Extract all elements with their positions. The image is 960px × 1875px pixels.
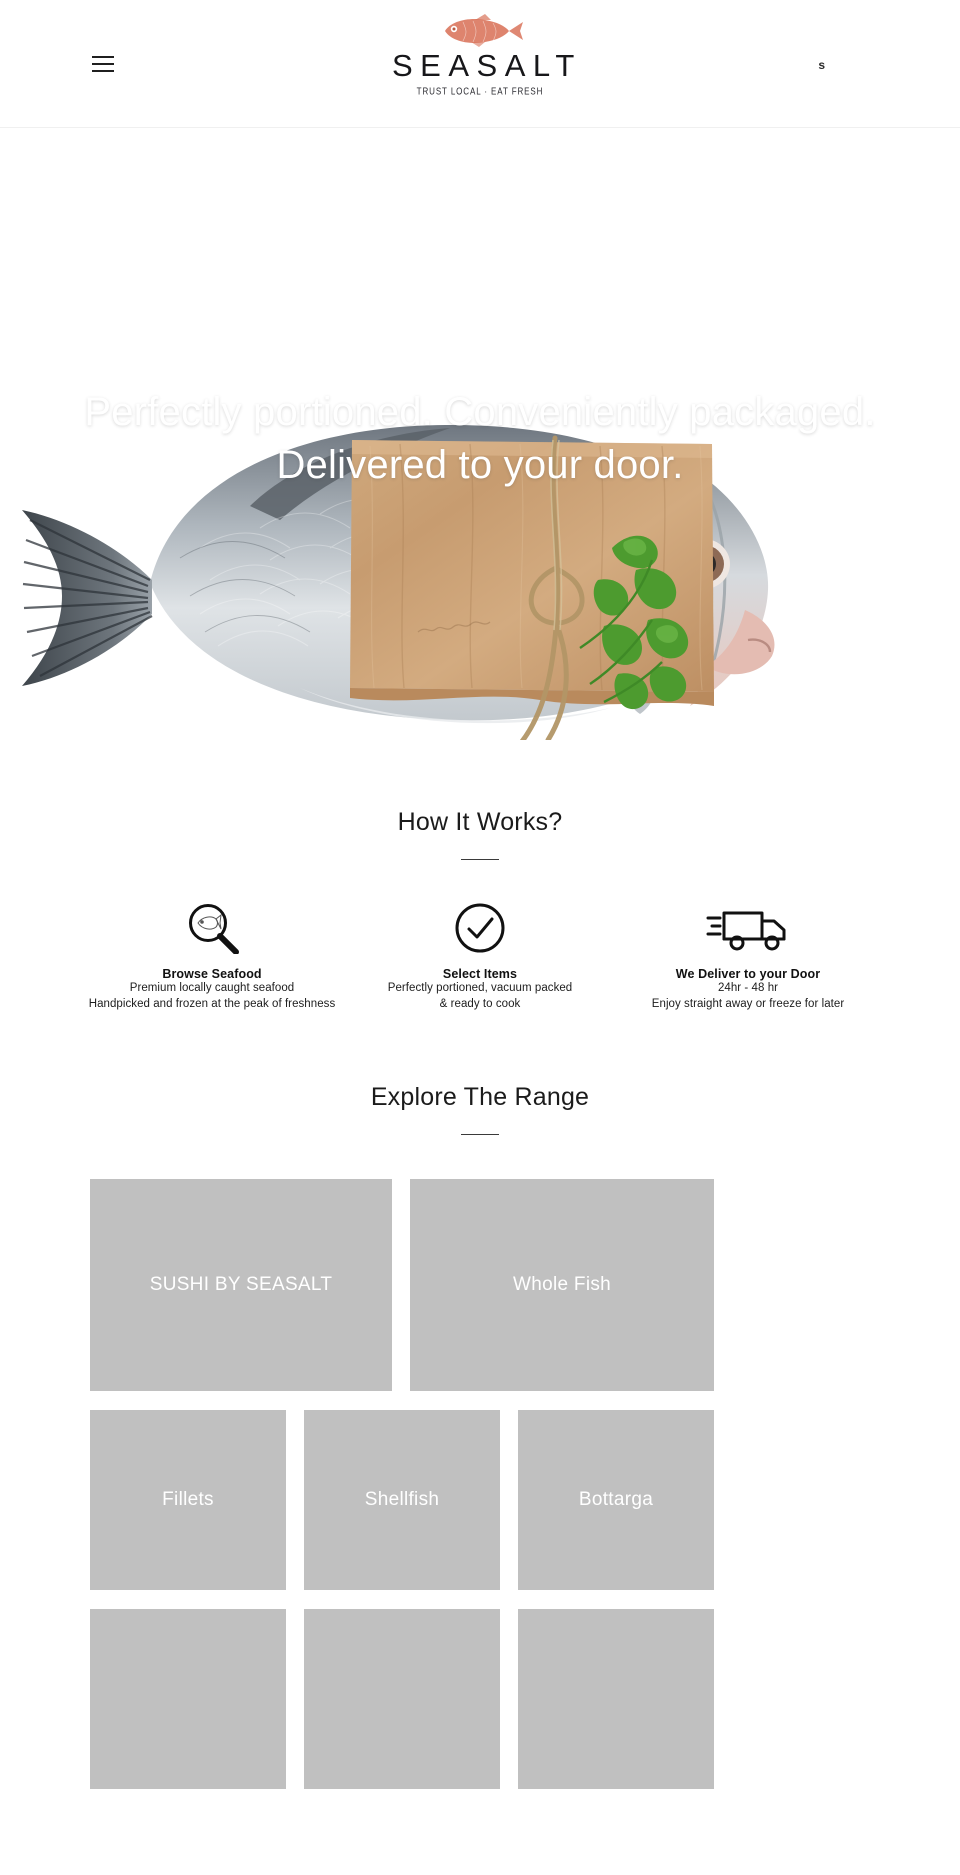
category-tile-fillets[interactable]: Fillets	[90, 1409, 286, 1590]
fish-illustration-icon	[445, 14, 523, 47]
logo-wordmark: SEASALT	[392, 48, 582, 83]
category-tile-label: Shellfish	[364, 1488, 440, 1510]
category-tile-label: Bottarga	[578, 1488, 654, 1510]
category-row: SUSHI BY SEASALT Whole Fish	[90, 1178, 870, 1391]
header-right-action[interactable]: s	[818, 58, 825, 72]
logo-tagline: TRUST LOCAL · EAT FRESH	[416, 85, 544, 97]
category-row	[90, 1608, 870, 1789]
check-circle-icon	[350, 902, 610, 954]
hamburger-bar-1	[92, 56, 114, 58]
hero-headline: Perfectly portioned. Conveniently packag…	[84, 390, 876, 487]
hamburger-bar-3	[92, 70, 114, 72]
hamburger-bar-2	[92, 63, 114, 65]
how-step-select-items: Select Items Perfectly portioned, vacuum…	[346, 902, 614, 1013]
how-step-line2: Enjoy straight away or freeze for later	[651, 997, 845, 1010]
how-step-we-deliver: We Deliver to your Door 24hr - 48 hr Enj…	[614, 902, 882, 1013]
category-tile-row3-1[interactable]	[90, 1608, 286, 1789]
how-step-name: Browse Seafood	[162, 967, 262, 981]
category-tile-shellfish[interactable]: Shellfish	[304, 1409, 500, 1590]
how-step-name: Select Items	[442, 967, 518, 981]
category-tile-label: Whole Fish	[512, 1273, 612, 1295]
category-tile-row3-2[interactable]	[304, 1608, 500, 1789]
hero-section: Perfectly portioned. Conveniently packag…	[0, 128, 960, 740]
how-it-works-section: How It Works? Browse Seafood Premium loc…	[0, 740, 960, 1013]
how-it-works-columns: Browse Seafood Premium locally caught se…	[0, 902, 960, 1013]
title-divider	[461, 1133, 499, 1135]
category-row: Fillets Shellfish Bottarga	[90, 1409, 870, 1590]
category-tile-whole-fish[interactable]: Whole Fish	[410, 1178, 714, 1391]
hamburger-menu-icon[interactable]	[92, 56, 114, 72]
explore-range-title: Explore The Range	[370, 1082, 590, 1111]
how-step-name: We Deliver to your Door	[675, 967, 821, 981]
magnifier-fish-icon	[82, 902, 342, 954]
how-step-line2: & ready to cook	[439, 997, 521, 1010]
category-grid: SUSHI BY SEASALT Whole Fish Fillets Shel…	[0, 1178, 960, 1789]
delivery-truck-icon	[618, 902, 878, 954]
how-it-works-title: How It Works?	[397, 808, 563, 836]
site-header: SEASALT TRUST LOCAL · EAT FRESH s	[0, 0, 960, 128]
category-tile-bottarga[interactable]: Bottarga	[518, 1409, 714, 1590]
category-tile-label: Fillets	[162, 1488, 214, 1510]
how-step-browse-seafood: Browse Seafood Premium locally caught se…	[78, 902, 346, 1013]
how-step-line1: 24hr - 48 hr	[717, 982, 779, 994]
how-step-line2: Handpicked and frozen at the peak of fre…	[88, 997, 336, 1010]
explore-range-section: Explore The Range SUSHI BY SEASALT Whole…	[0, 1013, 960, 1789]
title-divider	[461, 859, 499, 860]
how-step-line1: Premium locally caught seafood	[129, 982, 295, 994]
category-tile-sushi-by-seasalt[interactable]: SUSHI BY SEASALT	[90, 1178, 392, 1391]
category-tile-label: SUSHI BY SEASALT	[149, 1273, 333, 1295]
site-logo[interactable]: SEASALT TRUST LOCAL · EAT FRESH	[385, 8, 582, 97]
how-step-line1: Perfectly portioned, vacuum packed	[387, 982, 573, 994]
category-tile-row3-3[interactable]	[518, 1608, 714, 1789]
